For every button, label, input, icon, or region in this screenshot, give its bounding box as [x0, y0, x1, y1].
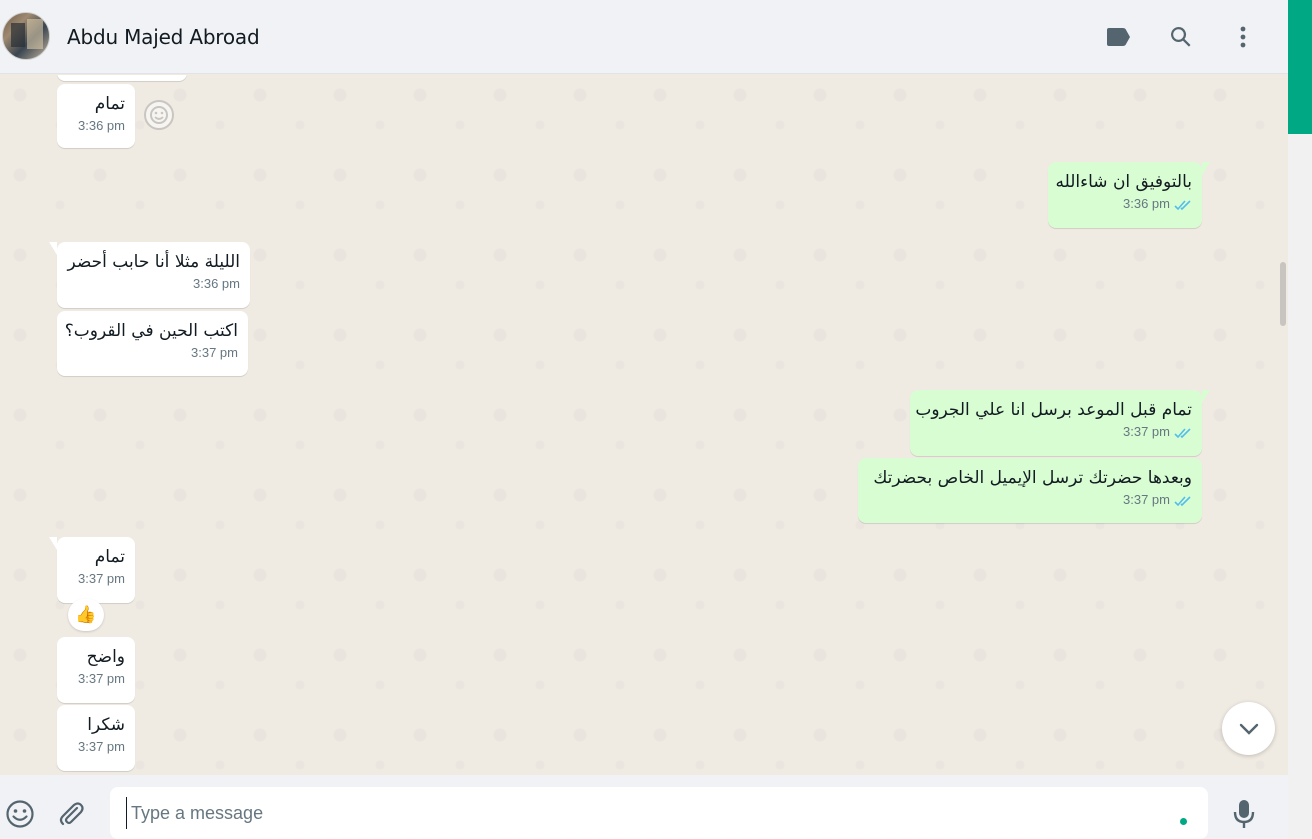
search-icon[interactable]: [1166, 22, 1196, 52]
menu-icon[interactable]: [1228, 22, 1258, 52]
emoji-icon[interactable]: [3, 797, 37, 831]
chevron-down-icon: [1239, 723, 1258, 735]
message-input-container[interactable]: [110, 787, 1208, 839]
message-time: 3:36 pm: [78, 118, 125, 133]
message-time: 3:36 pm: [193, 276, 240, 291]
message-time: 3:37 pm: [78, 671, 125, 686]
message-bubble-incoming[interactable]: تمام 3:36 pm: [57, 84, 135, 148]
attach-icon[interactable]: [54, 797, 88, 831]
window-scrollbar-thumb[interactable]: [1288, 0, 1312, 134]
message-time: 3:37 pm: [78, 571, 125, 586]
message-bubble-outgoing[interactable]: تمام قبل الموعد برسل انا علي الجروب 3:37…: [910, 390, 1210, 456]
chat-panel[interactable]: تمام 3:36 pm بالتوفيق ان شاءالله 3:36 pm…: [0, 75, 1288, 775]
thumbs-up-icon: 👍: [75, 605, 97, 624]
contact-avatar[interactable]: [2, 12, 50, 60]
chat-header: Abdu Majed Abroad: [0, 0, 1288, 74]
message-text: وبعدها حضرتك ترسل الإيميل الخاص بحضرتك: [873, 468, 1192, 488]
scroll-to-bottom-button[interactable]: [1222, 702, 1275, 755]
message-input[interactable]: [126, 797, 1166, 829]
microphone-icon[interactable]: [1227, 797, 1261, 831]
message-text: شكرا: [87, 715, 125, 735]
message-time: 3:37 pm: [1123, 424, 1170, 439]
message-reaction[interactable]: 👍: [68, 599, 104, 631]
message-time: 3:37 pm: [78, 739, 125, 754]
message-text: اكتب الحين في القروب؟: [64, 321, 238, 341]
message-time: 3:37 pm: [191, 345, 238, 360]
message-text: واضح: [86, 647, 125, 667]
chat-scrollbar-thumb[interactable]: [1280, 262, 1286, 326]
message-text: بالتوفيق ان شاءالله: [1055, 172, 1192, 192]
message-text: الليلة مثلا أنا حابب أحضر: [67, 252, 241, 272]
status-dot: [1180, 818, 1187, 825]
message-bubble-partial: [57, 75, 187, 81]
message-text: تمام: [94, 94, 125, 114]
message-bubble-outgoing[interactable]: بالتوفيق ان شاءالله 3:36 pm: [1048, 162, 1210, 228]
read-ticks-icon: [1174, 494, 1192, 506]
read-ticks-icon: [1174, 426, 1192, 438]
message-bubble-incoming[interactable]: شكرا 3:37 pm: [57, 705, 135, 771]
message-bubble-incoming[interactable]: واضح 3:37 pm: [57, 637, 135, 703]
message-time: 3:37 pm: [1123, 492, 1170, 507]
add-reaction-icon[interactable]: [144, 100, 174, 130]
message-bubble-incoming[interactable]: تمام 3:37 pm: [49, 537, 135, 603]
message-bubble-incoming[interactable]: الليلة مثلا أنا حابب أحضر 3:36 pm: [49, 242, 250, 308]
label-icon[interactable]: [1103, 22, 1133, 52]
message-bubble-outgoing[interactable]: وبعدها حضرتك ترسل الإيميل الخاص بحضرتك 3…: [858, 458, 1202, 523]
message-time: 3:36 pm: [1123, 196, 1170, 211]
message-bubble-incoming[interactable]: اكتب الحين في القروب؟ 3:37 pm: [57, 311, 248, 376]
message-text: تمام: [94, 547, 125, 567]
contact-name[interactable]: Abdu Majed Abroad: [67, 25, 260, 49]
read-ticks-icon: [1174, 198, 1192, 210]
message-text: تمام قبل الموعد برسل انا علي الجروب: [915, 400, 1192, 420]
